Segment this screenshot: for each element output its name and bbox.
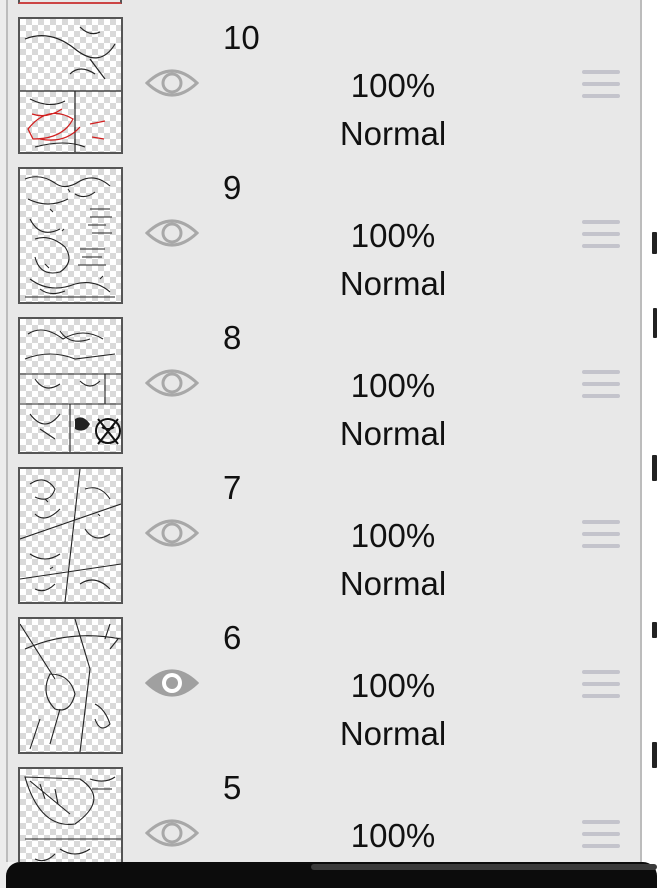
layer-name: 7 xyxy=(223,469,242,506)
layer-blend-mode[interactable]: Normal xyxy=(308,564,478,604)
sketch-thumbnail-image xyxy=(24,176,115,298)
layer-name: 10 xyxy=(223,19,260,56)
sketch-thumbnail-image xyxy=(20,469,121,602)
eye-outline-icon xyxy=(144,69,200,97)
eye-outline-icon xyxy=(144,519,200,547)
layer-row[interactable]: 6 100% Normal xyxy=(8,610,640,761)
canvas-stroke xyxy=(652,455,657,481)
layer-opacity[interactable]: 100% xyxy=(308,516,478,556)
visibility-toggle[interactable] xyxy=(144,215,200,251)
layer-blend-mode[interactable]: Normal xyxy=(308,714,478,754)
canvas-stroke xyxy=(652,232,657,254)
layer-row[interactable]: 10 100% Normal xyxy=(8,10,640,161)
layer-row[interactable]: 9 100% Normal xyxy=(8,160,640,311)
sketch-thumbnail-image xyxy=(20,26,121,152)
layer-opacity[interactable]: 100% xyxy=(308,216,478,256)
layers-panel: 10 100% Normal 9 100% Normal 8 100% Norm… xyxy=(6,0,642,862)
visibility-toggle[interactable] xyxy=(144,65,200,101)
drag-handle-icon[interactable] xyxy=(582,518,620,550)
layer-thumbnail xyxy=(18,467,123,604)
drag-handle-icon[interactable] xyxy=(582,368,620,400)
layer-blend-mode[interactable]: Normal xyxy=(308,264,478,304)
eye-outline-icon xyxy=(144,219,200,247)
visibility-toggle[interactable] xyxy=(144,665,200,701)
scrollbar-thumb[interactable] xyxy=(311,864,657,870)
canvas-stroke xyxy=(653,308,657,338)
sketch-thumbnail-image xyxy=(20,329,121,452)
layer-name: 8 xyxy=(223,319,242,356)
layer-name: 9 xyxy=(223,169,242,206)
layer-thumbnail xyxy=(18,317,123,454)
eye-filled-icon xyxy=(144,669,200,697)
layer-thumbnail xyxy=(18,0,122,4)
layer-row[interactable]: 7 100% Normal xyxy=(8,460,640,611)
layer-row[interactable]: 8 100% Normal xyxy=(8,310,640,461)
horizontal-scrollbar[interactable] xyxy=(6,862,657,888)
layer-blend-mode[interactable]: Normal xyxy=(308,114,478,154)
drag-handle-icon[interactable] xyxy=(582,68,620,100)
drag-handle-icon[interactable] xyxy=(582,218,620,250)
visibility-toggle[interactable] xyxy=(144,365,200,401)
drag-handle-icon[interactable] xyxy=(582,818,620,850)
visibility-toggle[interactable] xyxy=(144,515,200,551)
eye-outline-icon xyxy=(144,819,200,847)
layer-thumbnail xyxy=(18,167,123,304)
layer-opacity[interactable]: 100% xyxy=(308,666,478,706)
canvas-stroke xyxy=(652,622,657,638)
layer-name: 6 xyxy=(223,619,242,656)
layer-opacity[interactable]: 100% xyxy=(308,366,478,406)
layer-thumbnail xyxy=(18,617,123,754)
layer-thumbnail xyxy=(18,767,123,862)
drag-handle-icon[interactable] xyxy=(582,668,620,700)
visibility-toggle[interactable] xyxy=(144,815,200,851)
canvas-stroke xyxy=(652,742,657,768)
layer-opacity[interactable]: 100% xyxy=(308,66,478,106)
layer-blend-mode[interactable]: Normal xyxy=(308,414,478,454)
layer-opacity[interactable]: 100% xyxy=(308,816,478,856)
layer-name: 5 xyxy=(223,769,242,806)
eye-outline-icon xyxy=(144,369,200,397)
layer-thumbnail xyxy=(18,17,123,154)
sketch-thumbnail-image xyxy=(24,776,121,862)
layer-row[interactable]: 5 100% xyxy=(8,760,640,862)
layers-screen: 10 100% Normal 9 100% Normal 8 100% Norm… xyxy=(0,0,657,888)
sketch-thumbnail-image xyxy=(20,619,121,752)
